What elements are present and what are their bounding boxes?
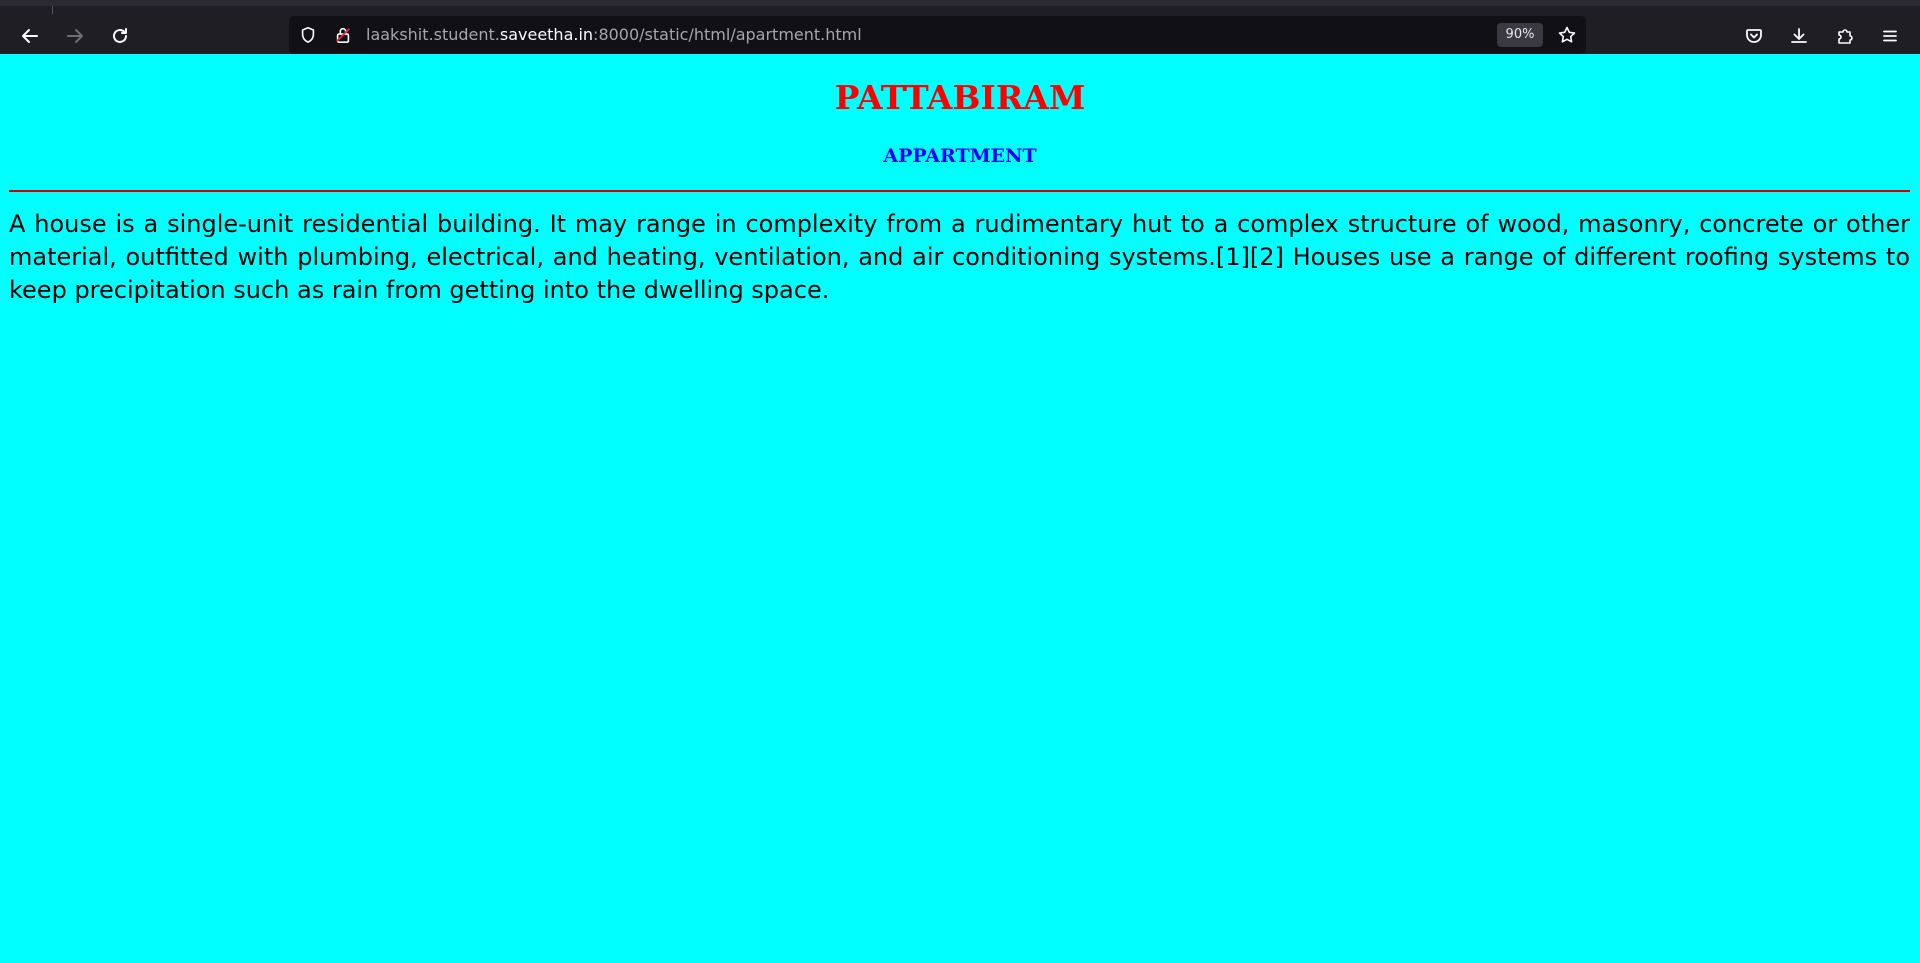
horizontal-rule — [9, 190, 1910, 192]
url-suffix: :8000/static/html/apartment.html — [593, 25, 862, 44]
forward-button[interactable] — [59, 20, 91, 52]
star-icon — [1558, 26, 1576, 43]
url-prefix: laakshit.student. — [366, 25, 500, 44]
body-paragraph: A house is a single-unit residential bui… — [9, 210, 1910, 304]
page-content: PATTABIRAM APPARTMENT A house is a singl… — [0, 54, 1920, 963]
insecure-lock-icon — [336, 27, 350, 44]
back-arrow-icon — [22, 29, 38, 43]
extensions-icon — [1838, 29, 1853, 44]
extensions-button[interactable] — [1829, 20, 1861, 52]
site-info-button[interactable] — [333, 25, 353, 45]
url-text[interactable]: laakshit.student.saveetha.in:8000/static… — [366, 25, 862, 45]
browser-toolbar: laakshit.student.saveetha.in:8000/static… — [0, 0, 1920, 54]
pocket-button[interactable] — [1738, 20, 1770, 52]
zoom-level-button[interactable]: 90% — [1497, 23, 1543, 47]
app-menu-button[interactable] — [1874, 20, 1906, 52]
tracking-protection-button[interactable] — [298, 25, 318, 45]
tab-separator — [52, 6, 53, 14]
back-button[interactable] — [14, 20, 46, 52]
reload-icon — [113, 28, 127, 43]
page-subtitle: APPARTMENT — [883, 145, 1037, 167]
url-host: saveetha.in — [499, 25, 594, 44]
pocket-icon — [1746, 29, 1762, 43]
bookmark-button[interactable] — [1554, 23, 1580, 47]
reload-button[interactable] — [104, 20, 136, 52]
downloads-button[interactable] — [1783, 20, 1815, 52]
forward-arrow-icon — [67, 29, 83, 43]
menu-icon — [1883, 30, 1897, 42]
address-bar[interactable]: laakshit.student.saveetha.in:8000/static… — [289, 16, 1586, 54]
download-icon — [1791, 28, 1807, 43]
page-title: PATTABIRAM — [834, 78, 1086, 117]
shield-icon — [301, 26, 315, 44]
